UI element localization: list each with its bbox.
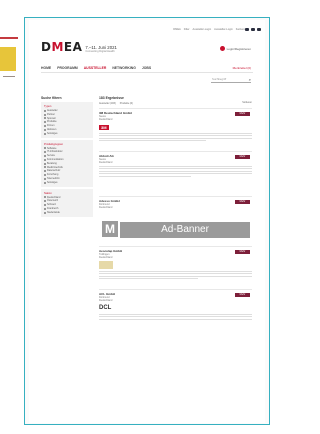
- exhibitor-logo: [99, 261, 252, 269]
- filter-group-nation: Nation Deutschland Österreich Schweiz Fr…: [41, 188, 93, 217]
- top-link-login-2[interactable]: Aussteller-Login: [214, 28, 233, 31]
- exhibitor-location: Dortmund Deutschland: [99, 203, 113, 209]
- sort-dropdown[interactable]: Sortieren: [242, 101, 252, 104]
- exhibitor-description: [99, 133, 252, 142]
- exhibitor-location: Dortmund Deutschland: [99, 296, 113, 302]
- linkedin-icon[interactable]: [251, 28, 255, 31]
- top-link-dmea[interactable]: DMEA: [173, 28, 181, 31]
- filter-tab-exhibitors[interactable]: Aussteller (183): [99, 102, 116, 105]
- exhibitor-entry: Abbott AG Neuss Deutschland Mehr: [99, 151, 252, 193]
- website-screenshot: DMEA Filter Aussteller-Login Aussteller-…: [29, 20, 265, 423]
- magazine-yellow-block: [0, 47, 16, 71]
- exhibitor-logo: DCL: [99, 305, 112, 311]
- filter-option[interactable]: Sonstiges: [44, 132, 90, 136]
- ad-banner[interactable]: Ad-Banner: [120, 222, 250, 238]
- exhibitor-entry: Adesso GmbH Dortmund Deutschland Mehr: [99, 196, 252, 216]
- exhibitor-entry: 3M Deutschland GmbH Neuss Deutschland Me…: [99, 108, 252, 148]
- ad-logo: M: [102, 221, 118, 237]
- ad-area: M Ad-Banner: [99, 219, 252, 243]
- top-link-filter[interactable]: Filter: [184, 28, 190, 31]
- results-list: 183 Ergebnisse Aussteller (183) Produkte…: [99, 96, 252, 329]
- filter-tab-products[interactable]: Produkte (0): [120, 102, 133, 105]
- top-link-login[interactable]: Aussteller-Login: [193, 28, 212, 31]
- nav-programm[interactable]: PROGRAMM: [57, 66, 78, 70]
- exhibitor-description: [99, 314, 252, 320]
- merkzettel-link[interactable]: Merkzettel (0): [233, 66, 251, 70]
- brand-header: DMEA 7.–11. Juni 2021 Connecting Digital…: [41, 40, 117, 54]
- top-utility-bar: DMEA Filter Aussteller-Login Aussteller-…: [29, 20, 265, 40]
- exhibitor-description: [99, 271, 252, 280]
- results-count: 183 Ergebnisse: [99, 96, 124, 100]
- nav-divider: [41, 72, 253, 73]
- exhibitor-description: [99, 166, 252, 177]
- magazine-rule: [3, 76, 15, 77]
- filter-group-products: Produktgruppen Software IT-Infrastruktur…: [41, 139, 93, 187]
- search-input[interactable]: Suchbegriff ⌕: [211, 77, 251, 83]
- login-link[interactable]: Login/Registrieren: [219, 46, 251, 51]
- exhibitor-entry: Aesculap GmbH Tuttlingen Deutschland Meh…: [99, 246, 252, 286]
- magazine-red-band: [0, 37, 18, 39]
- dmea-logo[interactable]: DMEA: [41, 40, 82, 54]
- filter-sidebar: Suche filtern Typen Aussteller Partner S…: [41, 96, 93, 219]
- more-button[interactable]: Mehr: [235, 112, 250, 116]
- nav-networking[interactable]: NETWORKING: [112, 66, 136, 70]
- more-button[interactable]: Mehr: [235, 155, 250, 159]
- more-button[interactable]: Mehr: [235, 293, 250, 297]
- nav-jobs[interactable]: JOBS: [142, 66, 151, 70]
- filter-group-types: Typen Aussteller Partner Sponsor Produkt…: [41, 102, 93, 138]
- sidebar-title: Suche filtern: [41, 96, 62, 100]
- more-button[interactable]: Mehr: [235, 200, 250, 204]
- more-button[interactable]: Mehr: [235, 250, 250, 254]
- exhibitor-location: Neuss Deutschland: [99, 158, 113, 164]
- top-link-career[interactable]: Karriere: [236, 28, 245, 31]
- main-nav: HOME PROGRAMM AUSSTELLER NETWORKING JOBS: [41, 66, 151, 70]
- nav-aussteller[interactable]: AUSSTELLER: [84, 66, 107, 70]
- exhibitor-logo: 3M: [99, 124, 109, 130]
- user-icon: [219, 46, 225, 51]
- filter-option[interactable]: Sonstiges: [44, 181, 90, 185]
- exhibitor-location: Neuss Deutschland: [99, 115, 113, 121]
- facebook-icon[interactable]: [257, 28, 261, 31]
- filter-option[interactable]: Niederlande: [44, 211, 90, 215]
- search-icon[interactable]: ⌕: [249, 77, 251, 82]
- event-tagline: Connecting Digital Health: [85, 50, 115, 54]
- exhibitor-location: Tuttlingen Deutschland: [99, 253, 113, 259]
- exhibitor-entry: ACL GmbH Dortmund Deutschland Mehr DCL: [99, 289, 252, 329]
- twitter-icon[interactable]: [245, 28, 249, 31]
- nav-home[interactable]: HOME: [41, 66, 51, 70]
